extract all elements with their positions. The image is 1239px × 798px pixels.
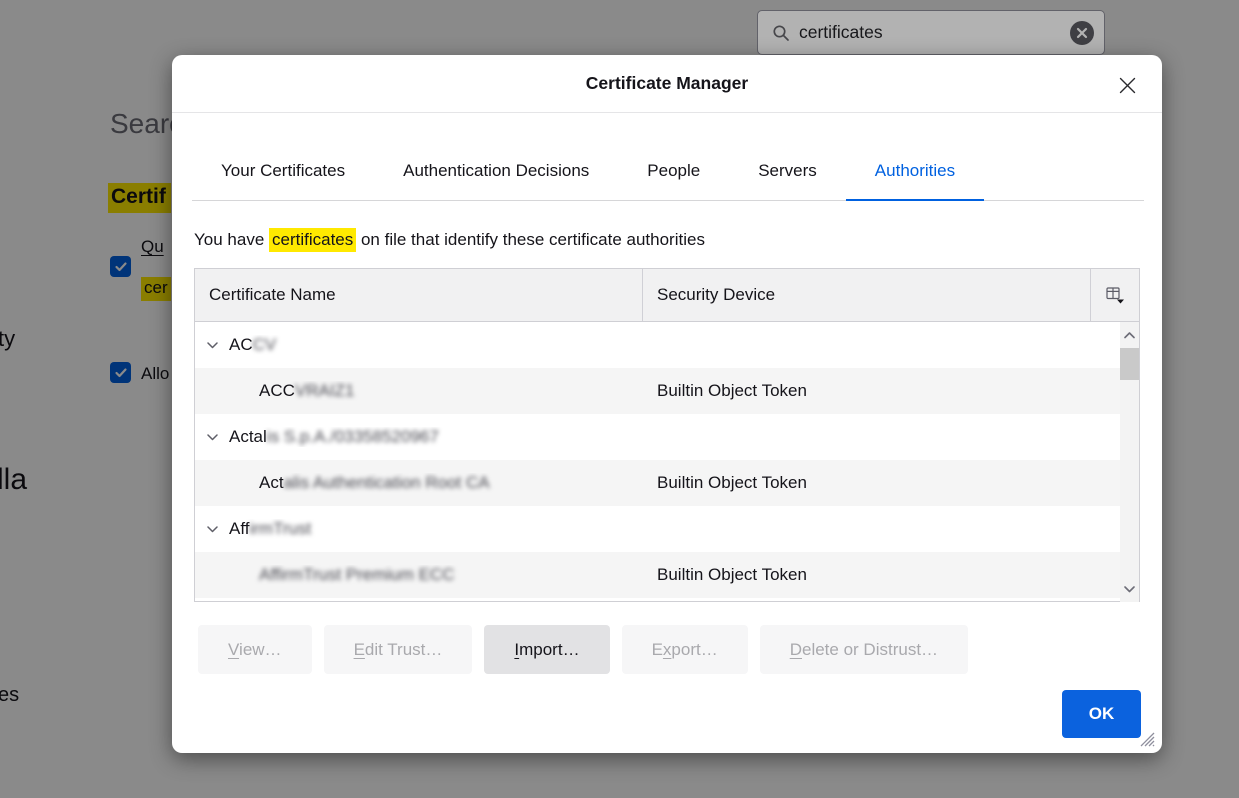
name-clear-part: ACC — [259, 381, 295, 401]
label-accesskey: V — [228, 640, 239, 659]
security-device-cell: Builtin Object Token — [643, 381, 1120, 401]
tab-your-certificates[interactable]: Your Certificates — [192, 143, 374, 201]
scroll-thumb[interactable] — [1120, 348, 1139, 380]
dialog-header: Certificate Manager — [172, 55, 1162, 113]
ok-button[interactable]: OK — [1062, 690, 1141, 738]
column-header-certificate-name[interactable]: Certificate Name — [195, 269, 643, 321]
certificate-name-cell: Actalis Authentication Root CA — [195, 473, 643, 493]
certificate-name-cell: ACCVRAIZ1 — [195, 381, 643, 401]
chevron-up-icon — [1124, 332, 1135, 339]
authorities-description: You have certificates on file that ident… — [194, 227, 705, 253]
magnifier-icon — [772, 24, 790, 42]
name-clear-part: Act — [259, 473, 284, 493]
scrollbar[interactable] — [1120, 322, 1139, 602]
name-blurred-part: VRAIZ1 — [295, 381, 355, 401]
certificate-name-cell: AffirmTrust Premium ECC — [195, 565, 643, 585]
certificate-manager-dialog: Certificate Manager Your Certificates Au… — [172, 55, 1162, 753]
delete-distrust-button[interactable]: Delete or Distrust… — [760, 625, 968, 674]
scroll-up-button[interactable] — [1120, 322, 1139, 348]
export-button[interactable]: Export… — [622, 625, 748, 674]
chevron-down-icon — [1124, 586, 1135, 593]
action-buttons: View… Edit Trust… Import… Export… Delete… — [198, 625, 968, 674]
tab-authorities[interactable]: Authorities — [846, 143, 984, 201]
description-before: You have — [194, 230, 269, 249]
screen: Searc Certif Qu cer Allo ty lla es — [0, 0, 1239, 798]
chevron-down-icon[interactable] — [207, 434, 218, 441]
table-row-group-accv[interactable]: ACCV — [195, 322, 1120, 368]
label-accesskey: E — [354, 640, 365, 659]
certificate-name-cell: ACCV — [195, 335, 643, 355]
chevron-down-icon[interactable] — [207, 342, 218, 349]
search-highlight: certificates — [269, 228, 356, 252]
label-accesskey: D — [790, 640, 802, 659]
dialog-title: Certificate Manager — [586, 73, 748, 94]
import-button[interactable]: Import… — [484, 625, 609, 674]
clear-x-icon — [1076, 27, 1088, 39]
label-post: elete or Distrust… — [802, 640, 938, 659]
chevron-down-icon[interactable] — [207, 526, 218, 533]
name-blurred-part: is S.p.A./03358520967 — [267, 427, 439, 447]
table-row-group-affirmtrust[interactable]: AffirmTrust — [195, 506, 1120, 552]
name-blurred-part: alis Authentication Root CA — [284, 473, 490, 493]
name-blurred-part: AffirmTrust Premium ECC — [259, 565, 455, 585]
view-button[interactable]: View… — [198, 625, 312, 674]
certificates-table: Certificate Name Security Device — [194, 268, 1140, 602]
dialog-tabs: Your Certificates Authentication Decisio… — [192, 143, 1144, 201]
name-clear-part: Aff — [229, 519, 249, 539]
label-post: dit Trust… — [365, 640, 442, 659]
name-blurred-part: CV — [253, 335, 277, 355]
description-after: on file that identify these certificate … — [356, 230, 705, 249]
edit-trust-button[interactable]: Edit Trust… — [324, 625, 473, 674]
column-picker-icon — [1106, 287, 1125, 304]
table-row-cert-affirmtrust-ecc[interactable]: AffirmTrust Premium ECC Builtin Object T… — [195, 552, 1120, 598]
table-row-cert-actalis-root[interactable]: Actalis Authentication Root CA Builtin O… — [195, 460, 1120, 506]
settings-search-box — [757, 10, 1105, 55]
close-button[interactable] — [1114, 72, 1140, 98]
security-device-cell: Builtin Object Token — [643, 473, 1120, 493]
tab-people[interactable]: People — [618, 143, 729, 201]
column-picker-button[interactable] — [1091, 269, 1139, 321]
tab-servers[interactable]: Servers — [729, 143, 846, 201]
resize-grip-icon[interactable] — [1135, 727, 1155, 747]
certificate-name-cell: Actalis S.p.A./03358520967 — [195, 427, 643, 447]
name-clear-part: Actal — [229, 427, 267, 447]
table-header: Certificate Name Security Device — [195, 269, 1139, 322]
name-clear-part: AC — [229, 335, 253, 355]
table-body: ACCV ACCVRAIZ1 Builtin Object Token — [195, 322, 1139, 602]
label-post: mport… — [519, 640, 579, 659]
certificate-name-cell: AffirmTrust — [195, 519, 643, 539]
table-row-cert-accvraiz1[interactable]: ACCVRAIZ1 Builtin Object Token — [195, 368, 1120, 414]
label-pre: E — [652, 640, 663, 659]
close-icon — [1119, 77, 1136, 94]
column-header-security-device[interactable]: Security Device — [643, 269, 1091, 321]
security-device-cell: Builtin Object Token — [643, 565, 1120, 585]
settings-search-input[interactable] — [799, 22, 1070, 43]
table-row-group-actalis[interactable]: Actalis S.p.A./03358520967 — [195, 414, 1120, 460]
scroll-down-button[interactable] — [1120, 576, 1139, 602]
label-post: port… — [671, 640, 717, 659]
label-post: iew… — [239, 640, 282, 659]
tab-authentication-decisions[interactable]: Authentication Decisions — [374, 143, 618, 201]
name-blurred-part: irmTrust — [249, 519, 311, 539]
clear-search-button[interactable] — [1070, 21, 1094, 45]
